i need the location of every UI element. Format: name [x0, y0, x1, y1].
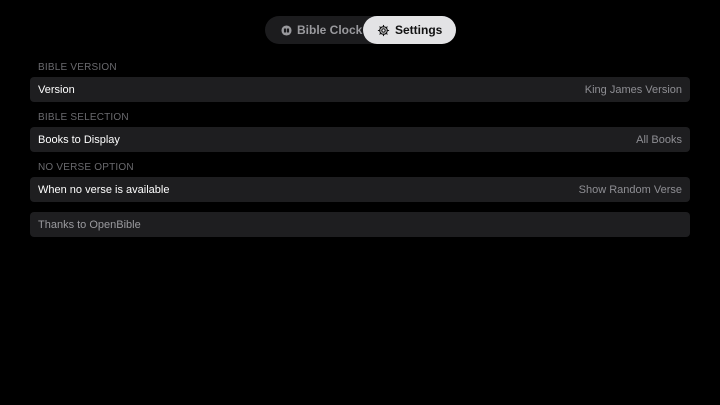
book-icon [281, 24, 292, 36]
version-row[interactable]: Version King James Version [30, 77, 690, 102]
section-header-bible-selection: BIBLE SELECTION [38, 112, 129, 123]
tab-bible-clock-label: Bible Clock [297, 23, 363, 37]
tab-bible-clock[interactable]: Bible Clock [265, 16, 363, 44]
version-value: King James Version [584, 83, 682, 96]
tab-settings-label: Settings [395, 23, 443, 37]
credits-row[interactable]: Thanks to OpenBible [30, 212, 690, 237]
settings-page: Bible Clock Settings BIBLE VERSION Versi… [0, 0, 720, 405]
version-label: Version [38, 83, 75, 96]
tab-bar: Bible Clock Settings [265, 16, 456, 44]
gear-icon [377, 24, 390, 37]
books-to-display-row[interactable]: Books to Display All Books [30, 127, 690, 152]
books-to-display-label: Books to Display [38, 133, 120, 146]
no-verse-option-value: Show Random Verse [578, 183, 682, 196]
section-header-bible-version: BIBLE VERSION [38, 62, 117, 73]
section-header-no-verse-option: NO VERSE OPTION [38, 162, 134, 173]
no-verse-option-label: When no verse is available [38, 183, 170, 196]
books-to-display-value: All Books [636, 133, 682, 146]
credits-label: Thanks to OpenBible [38, 218, 141, 231]
tab-settings[interactable]: Settings [363, 16, 456, 44]
no-verse-option-row[interactable]: When no verse is available Show Random V… [30, 177, 690, 202]
